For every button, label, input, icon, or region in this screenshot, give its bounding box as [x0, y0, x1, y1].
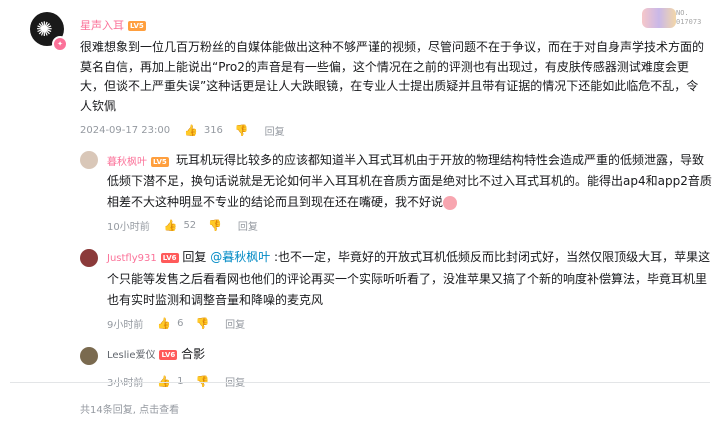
reply-avatar[interactable] — [80, 151, 98, 169]
fan-card-image — [642, 8, 676, 28]
like-count: 6 — [177, 318, 184, 329]
reply-button[interactable]: 回复 — [265, 123, 285, 138]
thumbs-down-icon[interactable]: 👎 — [208, 219, 222, 232]
level-badge: LV6 — [159, 349, 178, 360]
reply-username-link[interactable]: Justfly931 — [107, 253, 157, 264]
reply-time: 10小时前 — [107, 222, 150, 233]
fan-card-number: NO. 017073 — [676, 9, 702, 26]
reply-button[interactable]: 回复 — [238, 218, 258, 233]
reply-username-link[interactable]: Leslie爱仪 — [107, 350, 155, 361]
thumbs-down-icon[interactable]: 👎 — [195, 317, 209, 330]
comment-meta: 2024-09-17 23:00 👍 316 👎 回复 — [80, 123, 285, 138]
reply-meta: 9小时前 👍 6 👎 回复 — [107, 316, 245, 331]
reply-text: 玩耳机玩得比较多的应该都知道半入耳式耳机由于开放的物理结构特性会造成严重的低频泄… — [107, 150, 712, 213]
reply-text-body: 玩耳机玩得比较多的应该都知道半入耳式耳机由于开放的物理结构特性会造成严重的低频泄… — [107, 153, 712, 209]
level-badge: LV5 — [128, 21, 146, 31]
divider — [10, 382, 710, 383]
reply-text-body: 合影 — [181, 347, 206, 361]
username-link[interactable]: 星声入耳 — [80, 19, 124, 32]
fan-card-decoration: NO. 017073 — [640, 6, 712, 30]
reply-avatar[interactable] — [80, 249, 98, 267]
avatar[interactable]: ✺ ✦ — [30, 12, 68, 52]
like-count: 316 — [203, 125, 223, 136]
reply-time: 9小时前 — [107, 320, 144, 331]
reply-text: Leslie爱仪 LV6 合影 — [107, 344, 712, 366]
thumbs-up-icon[interactable]: 👍 — [157, 317, 171, 330]
reply-avatar[interactable] — [80, 347, 98, 365]
comment-username[interactable]: 星声入耳 LV5 — [80, 17, 146, 33]
thumbs-down-icon[interactable]: 👎 — [235, 124, 249, 137]
view-more-replies[interactable]: 共14条回复, 点击查看 — [80, 401, 179, 416]
thumbs-up-icon[interactable]: 👍 — [184, 124, 198, 137]
comment-text: 很难想象到一位几百万粉丝的自媒体能做出这种不够严谨的视频，尽管问题不在于争议，而… — [80, 40, 705, 113]
reply-text: Justfly931 LV6 回复 @暮秋枫叶 :也不一定，毕竟好的开放式耳机低频… — [107, 247, 712, 311]
reply-button[interactable]: 回复 — [225, 316, 245, 331]
badge-icon: ✦ — [52, 36, 68, 52]
avatar-image: ✺ — [36, 17, 53, 41]
reply-meta: 10小时前 👍 52 👎 回复 — [107, 218, 258, 233]
level-badge: LV6 — [160, 252, 179, 263]
emoji-icon — [443, 195, 458, 210]
mention-link[interactable]: @暮秋枫叶 — [210, 250, 270, 264]
reply-prefix: 回复 — [182, 250, 211, 264]
thumbs-up-icon[interactable]: 👍 — [164, 219, 178, 232]
like-count: 52 — [183, 220, 197, 231]
comment-time: 2024-09-17 23:00 — [80, 125, 171, 136]
